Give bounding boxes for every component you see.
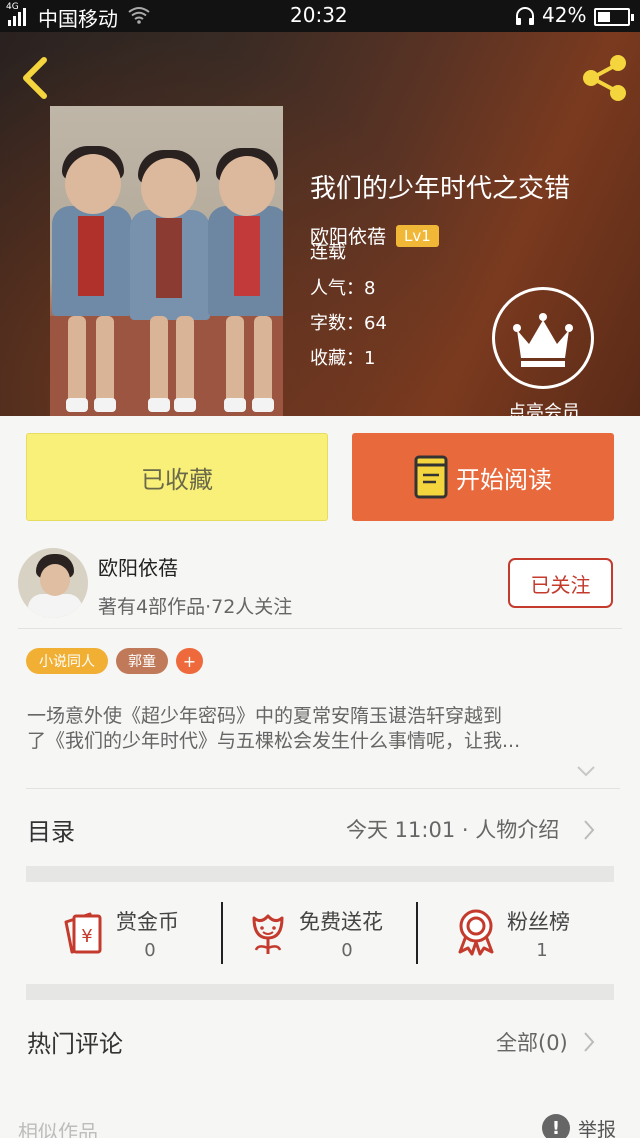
battery-percent: 42% xyxy=(542,3,587,27)
chevron-right-icon xyxy=(584,820,595,840)
similar-works-label: 相似作品 xyxy=(18,1120,98,1138)
word-count: 字数：64 xyxy=(310,313,387,334)
crown-icon xyxy=(513,313,573,367)
catalog-label: 目录 xyxy=(27,818,75,846)
battery-icon xyxy=(594,8,634,26)
hot-comments-label: 热门评论 xyxy=(27,1030,123,1058)
back-button[interactable] xyxy=(14,52,58,102)
reward-coins-count: 0 xyxy=(144,940,156,961)
tag-fanfic[interactable]: 小说同人 xyxy=(26,648,108,674)
start-reading-button[interactable]: 开始阅读 xyxy=(352,433,614,521)
popularity-count: 人气：8 xyxy=(310,278,376,299)
book-header: 我们的少年时代之交错 欧阳依蓓 Lv1 连载 人气：8 字数：64 收藏：1 点… xyxy=(0,32,640,416)
divider xyxy=(26,788,620,789)
favorites-count: 收藏：1 xyxy=(310,348,376,369)
divider xyxy=(416,902,418,964)
network-type: 4G xyxy=(6,2,19,12)
follow-button[interactable]: 已关注 xyxy=(508,558,613,608)
divider xyxy=(221,902,223,964)
add-tag-button[interactable]: + xyxy=(176,648,203,674)
serial-status: 连载 xyxy=(310,242,346,263)
alert-icon: ! xyxy=(542,1114,570,1138)
send-flower-count: 0 xyxy=(341,940,353,961)
member-crown-button[interactable] xyxy=(492,287,594,389)
award-ribbon-icon xyxy=(458,909,494,956)
flower-icon xyxy=(252,914,284,954)
section-separator xyxy=(26,866,614,882)
book-title: 我们的少年时代之交错 xyxy=(310,174,571,204)
latest-chapter: 今天 11:01 · 人物介绍 xyxy=(346,818,560,842)
fan-ranking-count: 1 xyxy=(536,940,548,961)
book-cover-image[interactable] xyxy=(50,106,283,416)
report-button[interactable]: ! 举报 xyxy=(542,1114,616,1138)
expand-chevron-icon[interactable] xyxy=(576,764,596,778)
carrier-name: 中国移动 xyxy=(38,7,118,31)
reward-coins-label: 赏金币 xyxy=(116,910,179,934)
author-level-badge: Lv1 xyxy=(396,224,439,247)
tag-character[interactable]: 郭童 xyxy=(116,648,168,674)
start-reading-label: 开始阅读 xyxy=(456,465,552,494)
clock: 20:32 xyxy=(290,3,348,27)
report-label: 举报 xyxy=(578,1118,617,1138)
share-button[interactable] xyxy=(578,52,630,104)
headphones-icon xyxy=(516,7,534,25)
send-flower-label: 免费送花 xyxy=(299,910,383,934)
fan-ranking-label: 粉丝榜 xyxy=(507,910,570,934)
red-envelope-yuan-icon: ¥ xyxy=(64,912,102,954)
wifi-icon xyxy=(128,7,150,24)
collected-button[interactable]: 已收藏 xyxy=(26,433,328,521)
author-avatar[interactable] xyxy=(18,548,88,618)
all-comments-count: 全部(0) xyxy=(496,1031,568,1055)
author-stats: 著有4部作品·72人关注 xyxy=(98,596,293,618)
book-icon xyxy=(414,455,448,499)
divider xyxy=(18,628,622,629)
svg-text:¥: ¥ xyxy=(81,926,92,947)
chevron-right-icon xyxy=(584,1032,595,1052)
status-bar: 4G 中国移动 20:32 42% xyxy=(0,0,640,32)
member-label[interactable]: 点亮会员 xyxy=(496,398,592,416)
section-separator xyxy=(26,984,614,1000)
author-name[interactable]: 欧阳依蓓 xyxy=(98,552,178,581)
book-description[interactable]: 一场意外使《超少年密码》中的夏常安隋玉谌浩轩穿越到 了《我们的少年时代》与五棵松… xyxy=(27,704,607,754)
description-line-1: 一场意外使《超少年密码》中的夏常安隋玉谌浩轩穿越到 xyxy=(27,705,503,727)
description-line-2: 了《我们的少年时代》与五棵松会发生什么事情呢，让我... xyxy=(27,730,521,752)
